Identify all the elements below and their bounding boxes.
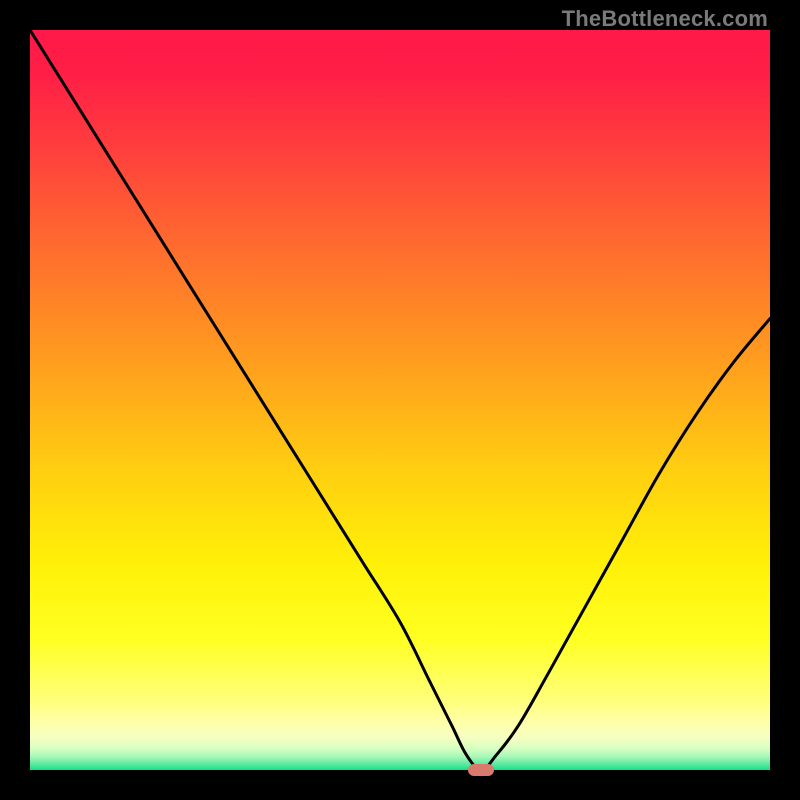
minimum-marker xyxy=(468,764,494,776)
watermark-text: TheBottleneck.com xyxy=(562,6,768,32)
chart-container: TheBottleneck.com xyxy=(0,0,800,800)
plot-area xyxy=(30,30,770,770)
bottleneck-curve xyxy=(30,30,770,770)
